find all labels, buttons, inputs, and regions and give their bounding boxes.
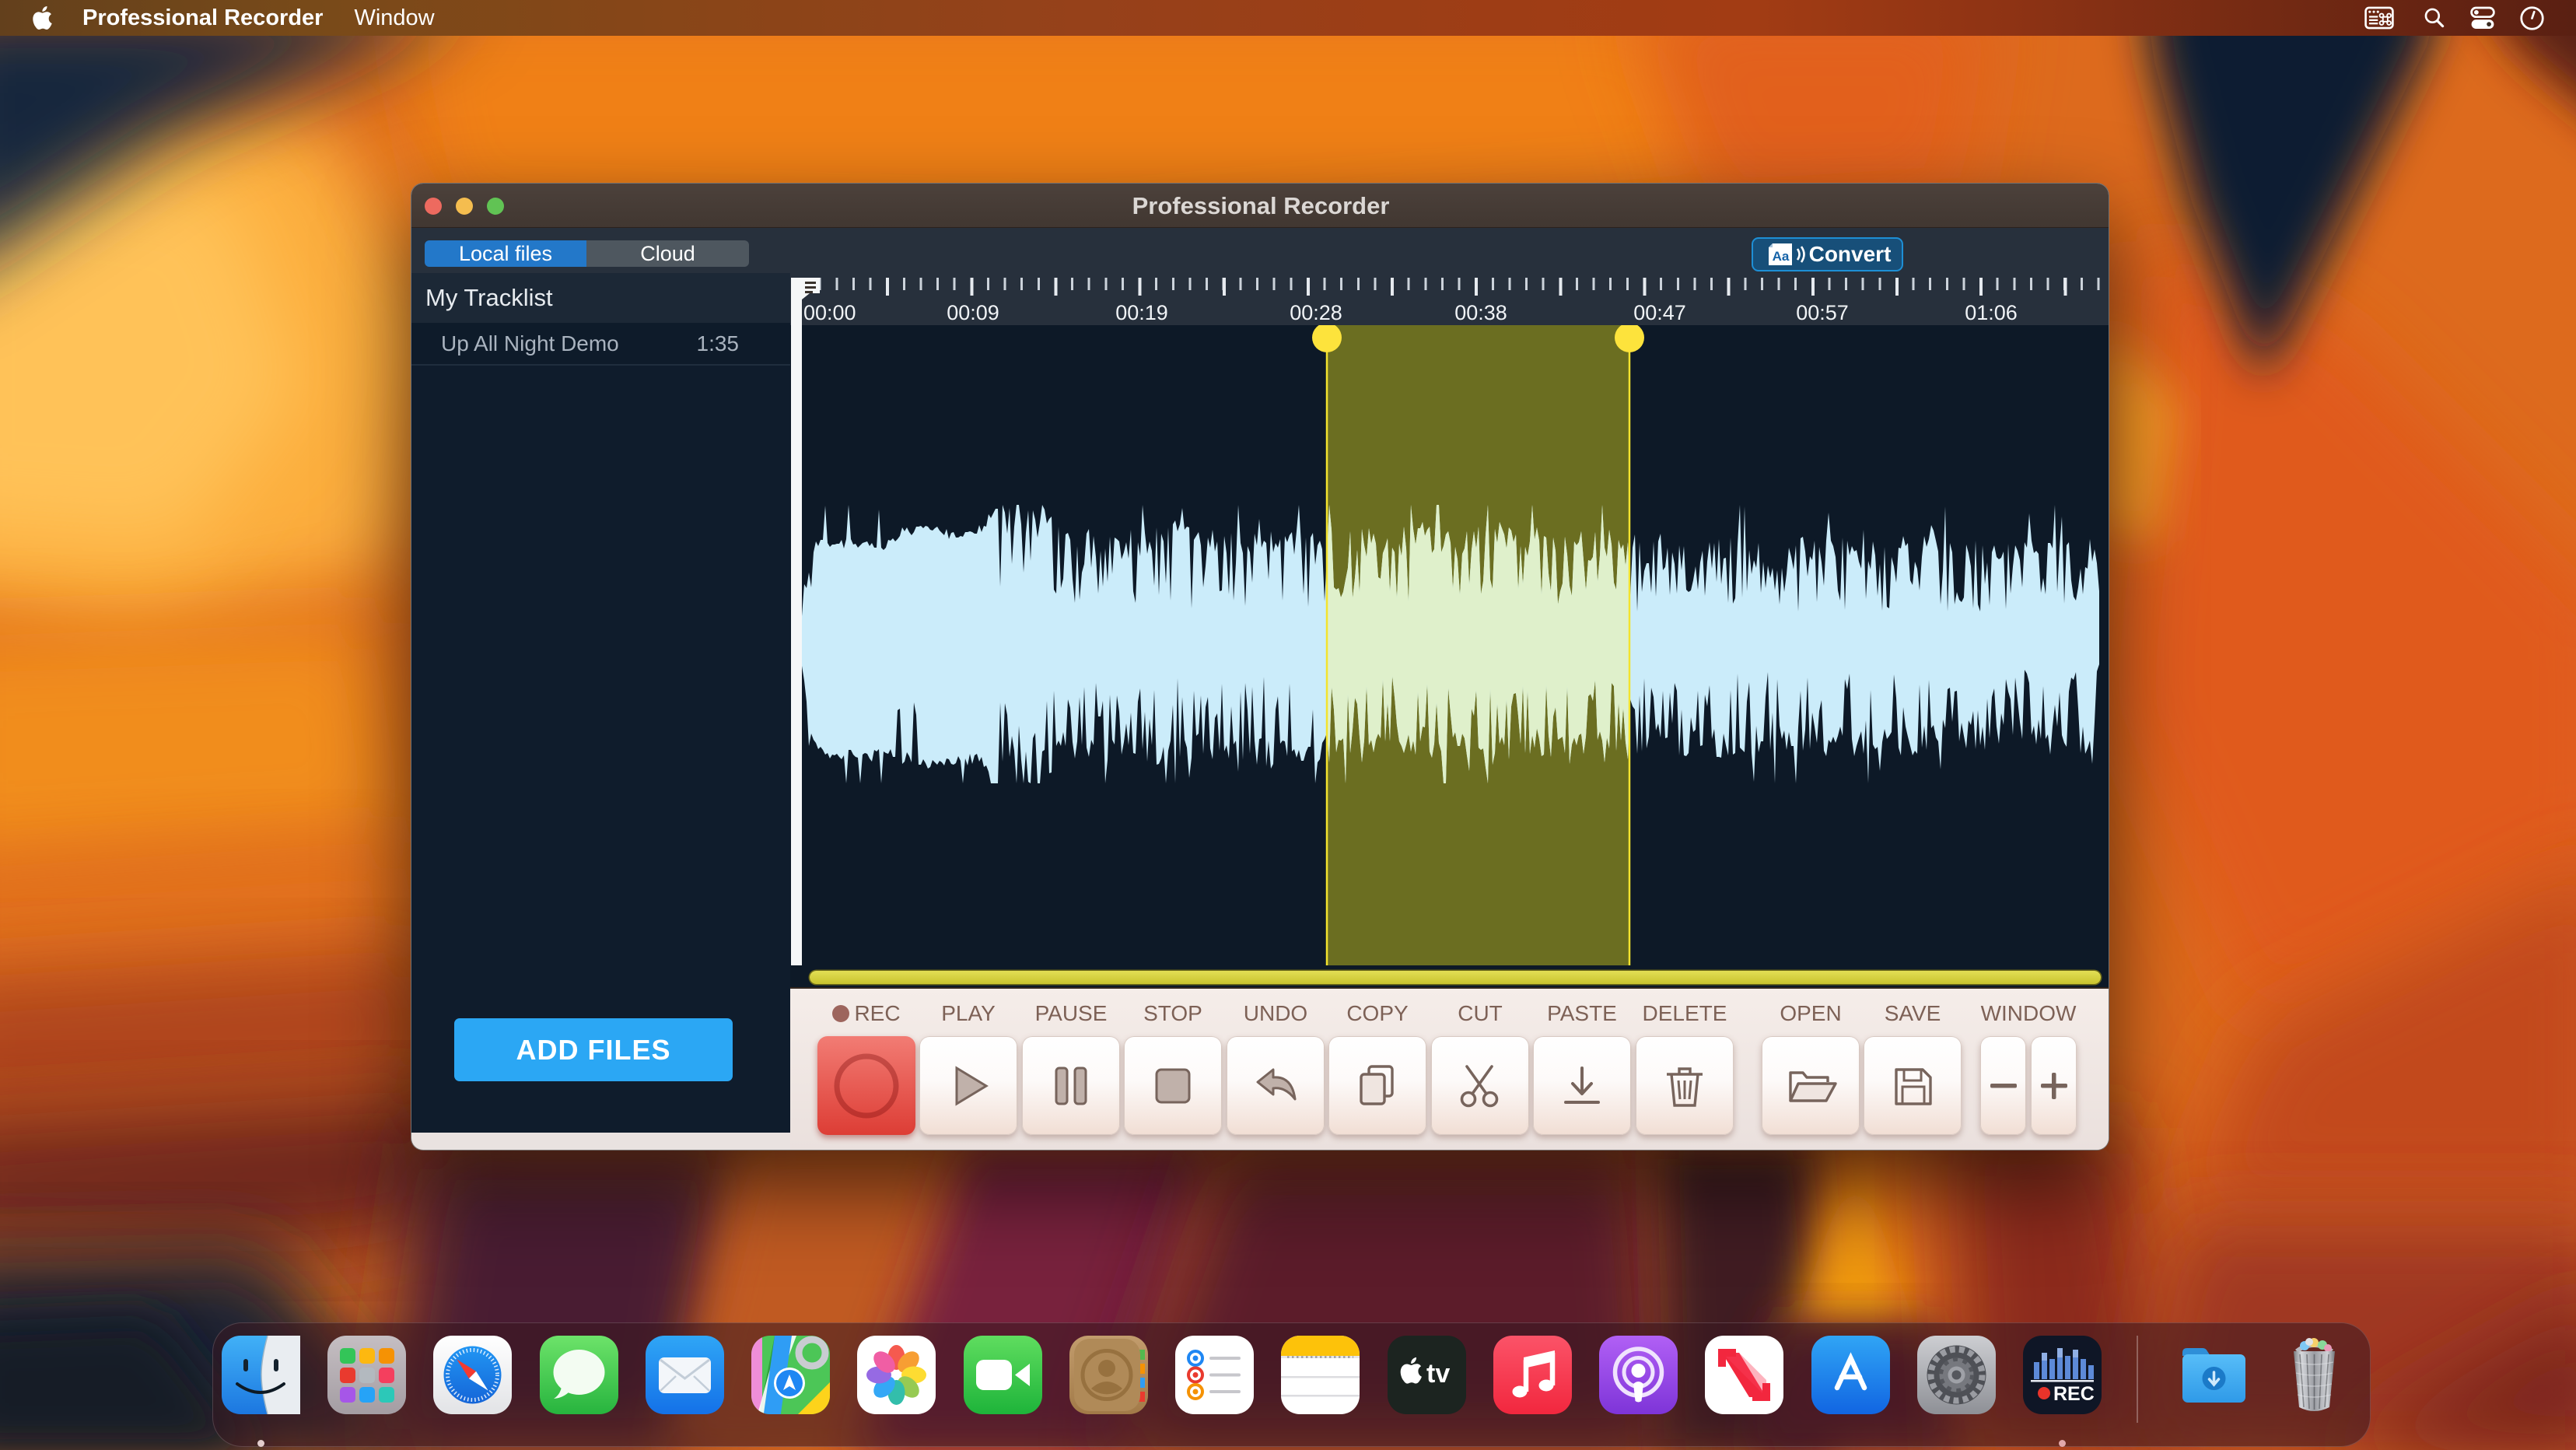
svg-text:tv: tv [1426,1359,1450,1389]
svg-text:Aa: Aa [1772,249,1789,264]
svg-text:REC: REC [2053,1383,2095,1405]
